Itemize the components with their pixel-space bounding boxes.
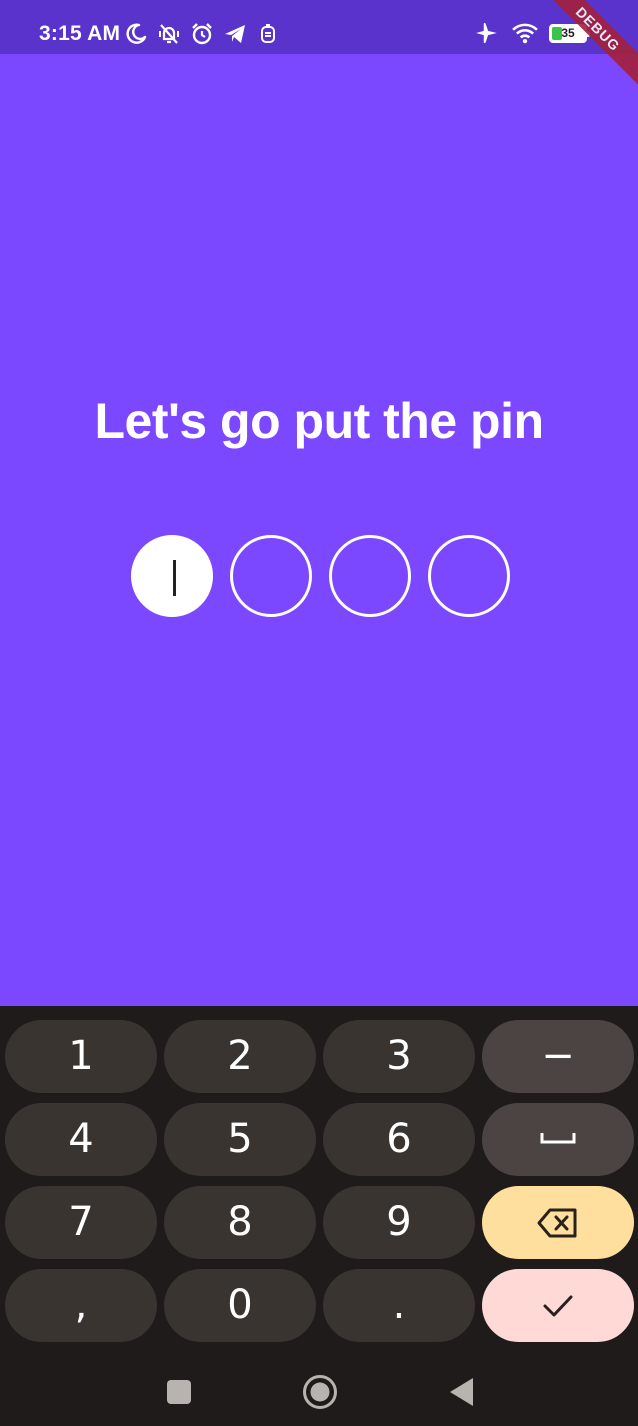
key-9[interactable]: 9 — [323, 1186, 475, 1259]
pin-input-row — [131, 535, 510, 617]
key-3[interactable]: 3 — [323, 1020, 475, 1093]
debug-banner: DEBUG — [533, 0, 638, 94]
key-8[interactable]: 8 — [164, 1186, 316, 1259]
key-minus[interactable]: − — [482, 1020, 634, 1093]
pin-digit-field-3[interactable] — [329, 535, 411, 617]
notification-icon — [261, 24, 275, 43]
home-circle-icon[interactable] — [302, 1374, 338, 1410]
key-7[interactable]: 7 — [5, 1186, 157, 1259]
wifi-icon — [512, 23, 538, 44]
navigation-bar — [0, 1360, 638, 1426]
key-0[interactable]: 0 — [164, 1269, 316, 1342]
moon-icon — [126, 23, 147, 44]
key-done[interactable] — [482, 1269, 634, 1342]
key-space[interactable] — [482, 1103, 634, 1176]
key-6[interactable]: 6 — [323, 1103, 475, 1176]
status-left-icons — [124, 21, 280, 47]
recents-square-icon[interactable] — [166, 1379, 192, 1405]
vibrate-off-icon — [159, 24, 179, 44]
backspace-icon — [537, 1208, 577, 1238]
alarm-icon — [192, 23, 212, 45]
back-triangle-icon[interactable] — [448, 1376, 476, 1408]
key-2[interactable]: 2 — [164, 1020, 316, 1093]
checkmark-icon — [543, 1295, 573, 1317]
page-title: Let's go put the pin — [94, 393, 544, 449]
pin-entry-screen: 3:15 AM 35 DEBUG Let's go put the pin 1 … — [0, 0, 638, 1426]
text-cursor — [173, 560, 176, 596]
key-4[interactable]: 4 — [5, 1103, 157, 1176]
battery-level: 35 — [561, 25, 575, 40]
pin-digit-field-1[interactable] — [131, 535, 213, 617]
telegram-icon — [225, 25, 245, 43]
key-comma[interactable]: , — [5, 1269, 157, 1342]
pin-digit-field-4[interactable] — [428, 535, 510, 617]
key-backspace[interactable] — [482, 1186, 634, 1259]
key-5[interactable]: 5 — [164, 1103, 316, 1176]
key-1[interactable]: 1 — [5, 1020, 157, 1093]
status-time: 3:15 AM — [39, 22, 121, 45]
airplane-mode-icon — [476, 22, 497, 44]
status-right-icons: 35 — [473, 20, 590, 46]
numeric-keyboard: 1 2 3 − 4 5 6 7 8 9 , 0 . — [0, 1006, 638, 1426]
pin-digit-field-2[interactable] — [230, 535, 312, 617]
status-bar: 3:15 AM 35 DEBUG — [0, 0, 638, 94]
space-bar-icon — [540, 1133, 576, 1144]
key-period[interactable]: . — [323, 1269, 475, 1342]
